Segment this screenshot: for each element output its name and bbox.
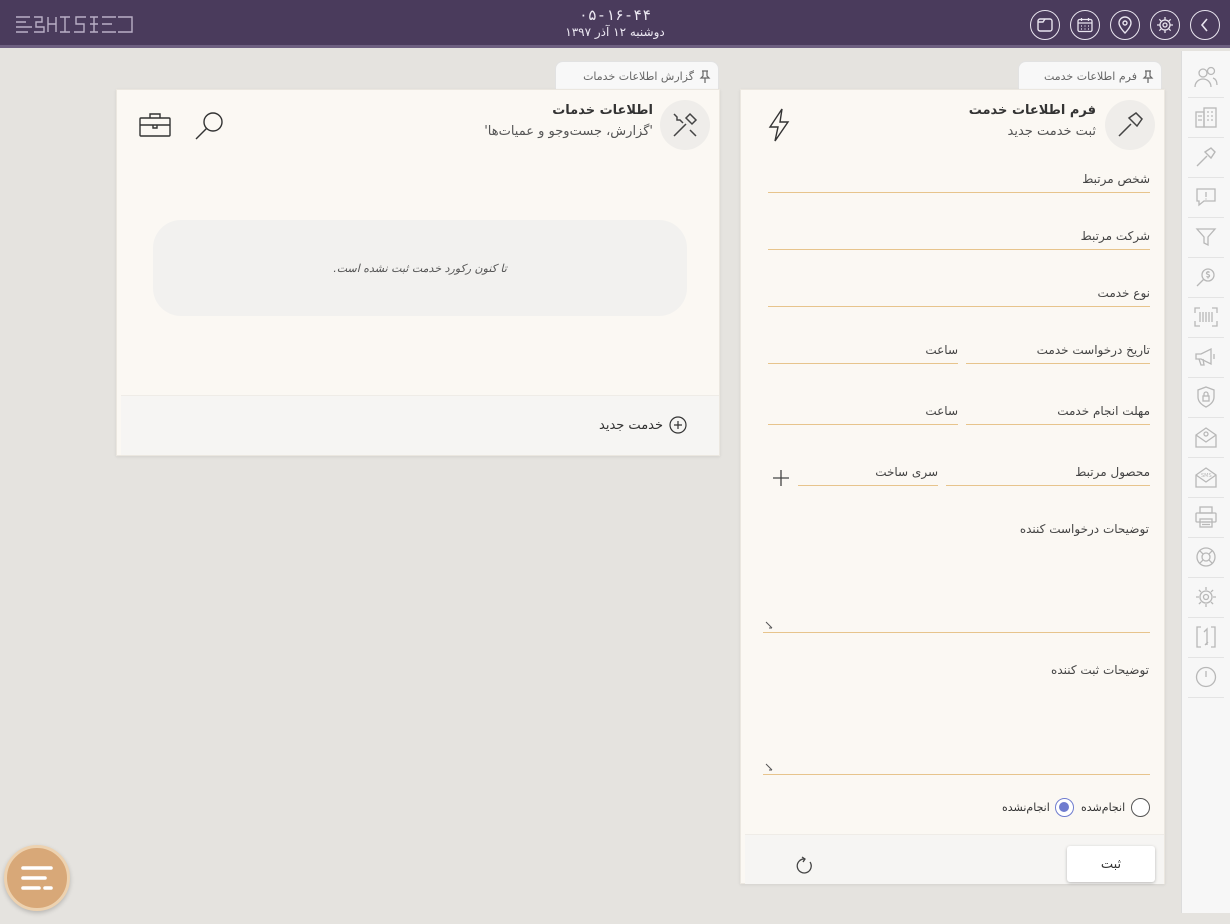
calendar-icon[interactable] <box>1070 10 1100 40</box>
form-title: فرم اطلاعات خدمت <box>968 103 1096 118</box>
deadline-time-label: ساعت <box>925 404 958 418</box>
service-form-panel: فرم اطلاعات خدمت ثبت خدمت جدید شخص مرتبط… <box>740 89 1165 884</box>
radio-not-done-label: انجام‌نشده <box>1002 801 1050 814</box>
window-icon[interactable] <box>1030 10 1060 40</box>
service-type-field[interactable]: نوع خدمت <box>768 286 1150 307</box>
service-report-panel: اطلاعات خدمات 'گزارش، جست‌وجو و عمیات‌ها… <box>116 89 720 456</box>
empty-message-text: تا کنون رکورد خدمت ثبت نشده است. <box>333 261 507 275</box>
radio-not-done[interactable] <box>1055 798 1074 817</box>
back-chevron-icon[interactable] <box>1190 10 1220 40</box>
product-field[interactable]: محصول مرتبط <box>946 465 1150 486</box>
gear-icon[interactable] <box>1188 579 1224 618</box>
panel-subtitle: 'گزارش، جست‌وجو و عمیات‌ها' <box>484 124 653 139</box>
report-footer: خدمت جدید <box>121 395 719 455</box>
panel-title: اطلاعات خدمات <box>552 103 653 118</box>
sms-icon[interactable]: SMS <box>1188 459 1224 498</box>
deadline-field[interactable]: مهلت انجام خدمت <box>966 404 1150 425</box>
svg-text:SMS: SMS <box>1201 473 1212 479</box>
search-icon[interactable] <box>194 110 226 142</box>
deadline-time-field[interactable]: ساعت <box>768 404 958 425</box>
tab-label: فرم اطلاعات خدمت <box>1043 70 1137 83</box>
filter-icon[interactable] <box>1188 219 1224 258</box>
comment-alert-icon[interactable] <box>1188 179 1224 218</box>
registrar-notes-label: توضیحات ثبت کننده <box>1051 663 1149 677</box>
tab-service-form[interactable]: فرم اطلاعات خدمت <box>1018 61 1162 91</box>
deadline-label: مهلت انجام خدمت <box>1057 404 1150 418</box>
empty-state-message: تا کنون رکورد خدمت ثبت نشده است. <box>153 220 687 316</box>
money-search-icon[interactable] <box>1188 259 1224 298</box>
person-label: شخص مرتبط <box>1082 172 1150 186</box>
lifebuoy-icon[interactable] <box>1188 539 1224 578</box>
serial-field[interactable]: سری ساخت <box>798 465 938 486</box>
briefcase-icon[interactable] <box>139 112 171 138</box>
hammer-icon <box>1105 100 1155 150</box>
app-logo <box>14 12 134 38</box>
clock-time: ۰۵-۱۶-۴۴ <box>578 6 652 24</box>
pin-icon[interactable] <box>698 69 712 84</box>
megaphone-icon[interactable] <box>1188 339 1224 378</box>
printer-icon[interactable] <box>1188 499 1224 538</box>
radio-done-label: انجام‌شده <box>1081 801 1126 814</box>
add-product-icon[interactable] <box>772 469 790 487</box>
email-icon[interactable] <box>1188 419 1224 458</box>
company-field[interactable]: شرکت مرتبط <box>768 229 1150 250</box>
request-time-field[interactable]: ساعت <box>768 343 958 364</box>
registrar-notes-textarea[interactable] <box>763 687 1150 775</box>
security-lock-icon[interactable] <box>1188 379 1224 418</box>
settings-gear-icon[interactable] <box>1150 10 1180 40</box>
people-icon[interactable] <box>1188 59 1224 98</box>
tab-label: گزارش اطلاعات خدمات <box>583 70 694 83</box>
top-bar: ۰۵-۱۶-۴۴ دوشنبه ۱۲ آذر ۱۳۹۷ <box>0 0 1230 48</box>
service-type-label: نوع خدمت <box>1097 286 1150 300</box>
sidebar: SMS <box>1181 51 1230 913</box>
power-icon[interactable] <box>1188 659 1224 698</box>
new-service-button[interactable]: خدمت جدید <box>599 416 687 434</box>
clock-date: دوشنبه ۱۲ آذر ۱۳۹۷ <box>565 25 665 39</box>
resize-handle-icon[interactable] <box>765 762 774 771</box>
building-icon[interactable] <box>1188 99 1224 138</box>
tab-service-report[interactable]: گزارش اطلاعات خدمات <box>555 61 719 91</box>
clock: ۰۵-۱۶-۴۴ دوشنبه ۱۲ آذر ۱۳۹۷ <box>515 6 715 40</box>
request-date-field[interactable]: تاریخ درخواست خدمت <box>966 343 1150 364</box>
form-subtitle: ثبت خدمت جدید <box>1007 124 1096 139</box>
request-time-label: ساعت <box>925 343 958 357</box>
radio-done[interactable] <box>1131 798 1150 817</box>
transfer-icon[interactable] <box>1188 619 1224 658</box>
requester-notes-label: توضیحات درخواست کننده <box>1019 522 1149 536</box>
hammer-icon[interactable] <box>1188 139 1224 178</box>
product-label: محصول مرتبط <box>1075 465 1150 479</box>
location-pin-icon[interactable] <box>1110 10 1140 40</box>
requester-notes-textarea[interactable] <box>763 545 1150 633</box>
form-footer: ثبت <box>745 834 1164 884</box>
pin-icon[interactable] <box>1141 69 1155 84</box>
tools-icon <box>660 100 710 150</box>
resize-handle-icon[interactable] <box>765 620 774 629</box>
new-service-label: خدمت جدید <box>599 417 664 433</box>
request-date-label: تاریخ درخواست خدمت <box>1036 343 1150 357</box>
refresh-icon[interactable] <box>794 856 814 876</box>
app-fab-logo-icon[interactable] <box>4 845 70 911</box>
plus-circle-icon <box>669 416 687 434</box>
barcode-scan-icon[interactable] <box>1188 299 1224 338</box>
company-label: شرکت مرتبط <box>1080 229 1150 243</box>
person-field[interactable]: شخص مرتبط <box>768 172 1150 193</box>
submit-button[interactable]: ثبت <box>1067 846 1155 882</box>
lightning-icon[interactable] <box>768 108 790 142</box>
serial-label: سری ساخت <box>875 465 938 479</box>
